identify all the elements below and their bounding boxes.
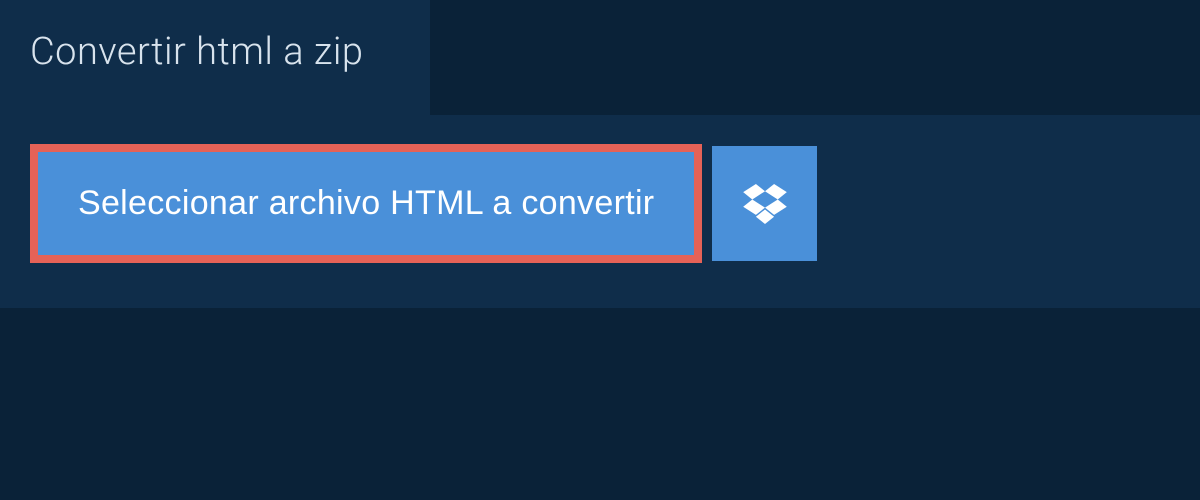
background-spacer [430,0,1200,115]
dropbox-button[interactable] [712,146,817,261]
select-file-button[interactable]: Seleccionar archivo HTML a convertir [30,144,702,263]
tab-title: Convertir html a zip [30,30,363,74]
dropbox-icon [743,184,787,224]
content-area: Seleccionar archivo HTML a convertir [0,99,1200,308]
converter-panel: Convertir html a zip Seleccionar archivo… [0,0,1200,308]
tab[interactable]: Convertir html a zip [0,0,408,99]
